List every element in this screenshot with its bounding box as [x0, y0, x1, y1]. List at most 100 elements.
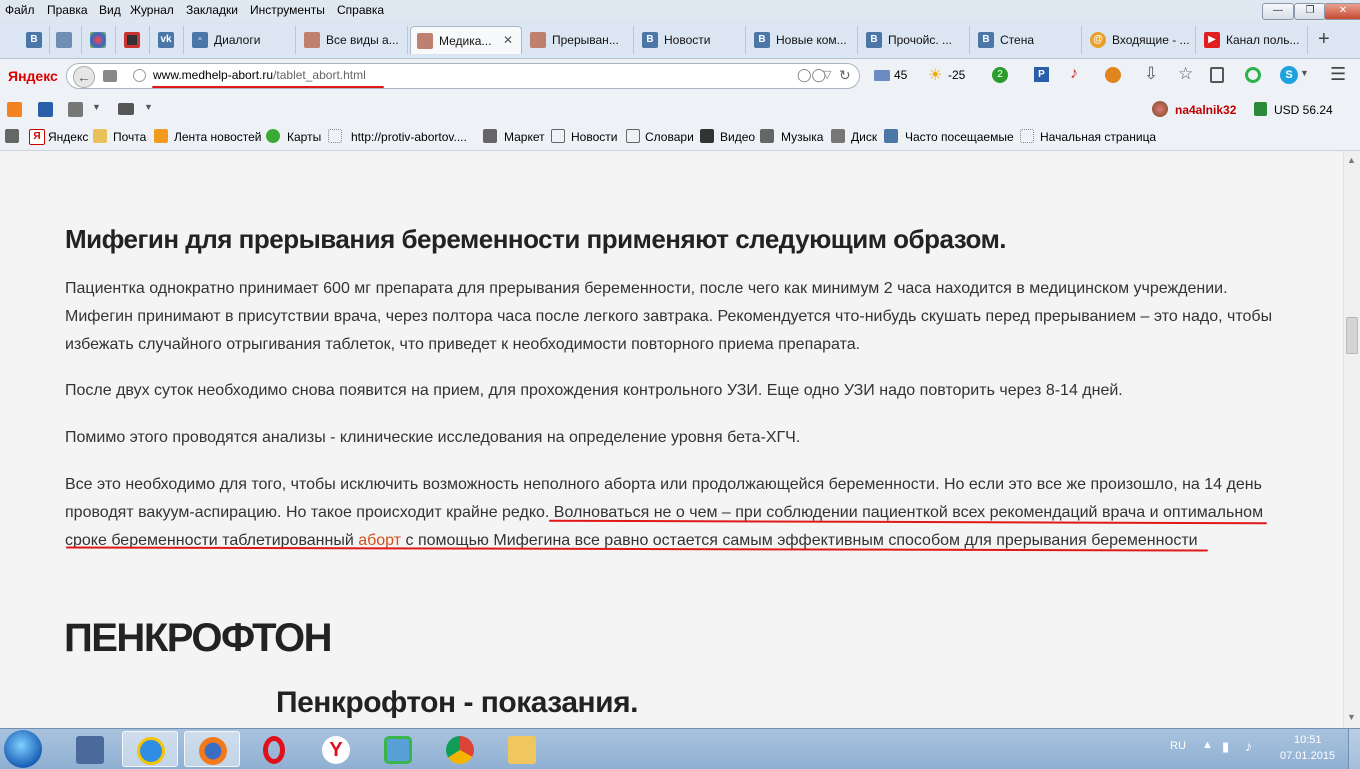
tab-pinned-3[interactable] [84, 26, 116, 54]
blank-page-icon [1020, 129, 1034, 143]
star-bookmark-icon[interactable]: ☆ [1178, 64, 1193, 84]
scroll-down-icon[interactable]: ▼ [1347, 712, 1356, 722]
taskbar-opera[interactable] [246, 731, 302, 767]
currency-rate[interactable]: USD 56.24 [1274, 103, 1333, 117]
menu-file[interactable]: Файл [5, 3, 35, 17]
user-avatar-icon[interactable] [1152, 101, 1168, 117]
tab-wall[interactable]: В Стена [972, 26, 1082, 54]
clipboard-icon[interactable] [1210, 67, 1224, 83]
back-icon[interactable]: ← [73, 66, 95, 88]
badge-count-icon[interactable]: 2 [992, 67, 1008, 83]
bookmark-mail[interactable]: Почта [113, 130, 146, 144]
tab-all-types[interactable]: Все виды а... [298, 26, 408, 54]
show-desktop-button[interactable] [1348, 729, 1360, 769]
menu-edit[interactable]: Правка [47, 3, 88, 17]
tab-inbox[interactable]: @ Входящие - ... [1084, 26, 1196, 54]
tray-expand-icon[interactable]: ▲ [1202, 739, 1213, 751]
hamburger-menu-icon[interactable]: ☰ [1330, 64, 1346, 85]
menu-tools[interactable]: Инструменты [250, 3, 325, 17]
addon-blue-icon[interactable] [38, 102, 53, 117]
printer-icon[interactable] [5, 129, 19, 143]
taskbar-app-6[interactable] [370, 731, 426, 767]
tab-new-comments[interactable]: В Новые ком... [748, 26, 858, 54]
dictionary-icon [626, 129, 640, 143]
green-ring-icon[interactable] [1245, 67, 1261, 83]
volume-icon[interactable]: ♪ [1245, 738, 1252, 754]
paragraph-4-end: с помощью Мифегина все равно остается са… [401, 532, 1198, 549]
taskbar-app-1[interactable] [62, 731, 118, 767]
bookmark-yandex[interactable]: Яндекс [48, 130, 88, 144]
page-info-icon[interactable] [103, 70, 117, 82]
tab-pinned-1[interactable]: В [20, 26, 50, 54]
taskbar-firefox[interactable] [184, 731, 240, 767]
bookmark-news[interactable]: Новости [571, 130, 617, 144]
taskbar-ie[interactable] [122, 731, 178, 767]
scrollbar-thumb[interactable] [1346, 317, 1358, 354]
p-icon[interactable]: P [1034, 67, 1049, 82]
menu-help[interactable]: Справка [337, 3, 384, 17]
bookmark-start-page[interactable]: Начальная страница [1040, 130, 1156, 144]
tab-pinned-5[interactable]: vk [152, 26, 184, 54]
camera-icon[interactable] [118, 103, 134, 115]
tab-prochoice[interactable]: В Прочойс. ... [860, 26, 970, 54]
menu-history[interactable]: Журнал [130, 3, 174, 17]
globe-icon [133, 69, 146, 82]
vertical-scrollbar[interactable]: ▲ ▼ [1343, 151, 1360, 728]
start-button[interactable] [4, 730, 42, 768]
tab-preryvan[interactable]: Прерыван... [524, 26, 634, 54]
language-indicator[interactable]: RU [1170, 740, 1186, 752]
subsection-title: Пенкрофтон - показания. [276, 686, 638, 719]
tab-news[interactable]: В Новости [636, 26, 746, 54]
url-text[interactable]: www.medhelp-abort.ru/tablet_abort.html [153, 68, 366, 82]
scroll-up-icon[interactable]: ▲ [1347, 155, 1356, 165]
chevron-down-icon[interactable]: ▼ [144, 102, 153, 112]
colored-circle-icon[interactable] [1105, 67, 1121, 83]
addon-grey-icon[interactable] [68, 102, 83, 117]
bookmark-most-visited[interactable]: Часто посещаемые [905, 130, 1014, 144]
restore-button[interactable]: ❐ [1294, 3, 1326, 20]
yandex-icon: Я [29, 129, 45, 145]
sun-icon[interactable]: ☀ [928, 65, 942, 85]
clock-date[interactable]: 07.01.2015 [1280, 750, 1335, 762]
addon-orange-icon[interactable] [7, 102, 22, 117]
tab-close-icon[interactable]: ✕ [503, 33, 513, 47]
bookmark-market[interactable]: Маркет [504, 130, 545, 144]
tab-medika-active[interactable]: Медика... ✕ [410, 26, 522, 54]
reload-icon[interactable]: ↻ [839, 67, 851, 84]
tab-title: Медика... [439, 34, 492, 48]
menu-bookmarks[interactable]: Закладки [186, 3, 238, 17]
taskbar-chrome[interactable] [432, 731, 488, 767]
tab-pinned-2[interactable] [50, 26, 82, 54]
tab-youtube-channel[interactable]: ▶ Канал поль... [1198, 26, 1308, 54]
new-tab-button[interactable]: + [1318, 28, 1330, 51]
taskbar-yandex-browser[interactable]: Y [308, 731, 364, 767]
bookmark-disk[interactable]: Диск [851, 130, 877, 144]
speaker-icon[interactable]: ♪ [1070, 65, 1078, 83]
bookmark-maps[interactable]: Карты [287, 130, 321, 144]
tab-pinned-4[interactable] [118, 26, 150, 54]
chevron-down-icon[interactable]: ▼ [92, 102, 101, 112]
minimize-button[interactable]: — [1262, 3, 1294, 20]
clock-time[interactable]: 10:51 [1294, 734, 1322, 746]
tab-dialogs[interactable]: ▫ Диалоги [186, 26, 296, 54]
taskbar-explorer[interactable] [494, 731, 550, 767]
page-content: Мифегин для прерывания беременности прим… [0, 151, 1343, 728]
network-icon[interactable]: ▮ [1222, 739, 1229, 755]
dropdown-icon[interactable]: ▽ [823, 68, 831, 81]
skype-icon[interactable]: S [1280, 66, 1298, 84]
bookmark-dictionaries[interactable]: Словари [645, 130, 694, 144]
market-icon [483, 129, 497, 143]
mail-icon[interactable] [874, 70, 890, 81]
yandex-logo[interactable]: Яндекс [8, 68, 58, 84]
reader-glasses-icon[interactable]: ◯◯ [797, 67, 826, 83]
username-label[interactable]: na4alnik32 [1175, 103, 1236, 117]
bookmark-video[interactable]: Видео [720, 130, 755, 144]
download-icon[interactable]: ⇩ [1144, 64, 1158, 84]
close-window-button[interactable]: ✕ [1324, 3, 1360, 20]
bookmark-protiv-abortov[interactable]: http://protiv-abortov.... [351, 130, 467, 144]
monitor-icon [76, 736, 104, 764]
bookmark-news-feed[interactable]: Лента новостей [174, 130, 262, 144]
skype-dropdown-icon[interactable]: ▼ [1300, 68, 1309, 78]
bookmark-music[interactable]: Музыка [781, 130, 823, 144]
menu-view[interactable]: Вид [99, 3, 121, 17]
